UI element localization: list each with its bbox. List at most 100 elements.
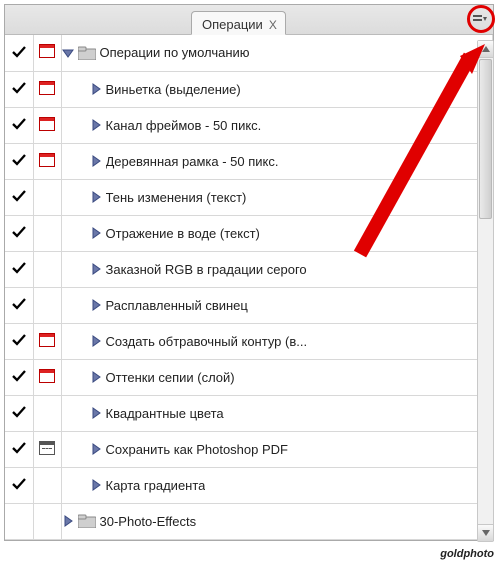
toggle-checkbox[interactable] bbox=[5, 215, 33, 251]
dialog-toggle[interactable] bbox=[33, 467, 61, 503]
scrollbar-up-button[interactable] bbox=[478, 41, 493, 58]
toggle-checkbox[interactable] bbox=[5, 179, 33, 215]
scrollbar-thumb[interactable] bbox=[479, 59, 492, 219]
action-content[interactable]: Виньетка (выделение) bbox=[61, 71, 493, 107]
action-content[interactable]: Заказной RGB в градации серого bbox=[61, 251, 493, 287]
toggle-checkbox[interactable] bbox=[5, 359, 33, 395]
checkmark-icon bbox=[10, 259, 28, 277]
checkmark-icon bbox=[10, 79, 28, 97]
expand-toggle[interactable] bbox=[90, 191, 102, 203]
action-content[interactable]: Создать обтравочный контур (в... bbox=[61, 323, 493, 359]
action-row[interactable]: Отражение в воде (текст) bbox=[5, 215, 493, 251]
checkmark-icon bbox=[10, 151, 28, 169]
action-content[interactable]: Оттенки сепии (слой) bbox=[61, 359, 493, 395]
watermark: goldphoto bbox=[440, 548, 494, 560]
expand-toggle[interactable] bbox=[90, 227, 102, 239]
action-label: Оттенки сепии (слой) bbox=[106, 370, 235, 385]
dialog-icon bbox=[39, 153, 55, 167]
panel-menu-button[interactable] bbox=[473, 15, 487, 25]
action-content[interactable]: Отражение в воде (текст) bbox=[61, 215, 493, 251]
action-row[interactable]: Виньетка (выделение) bbox=[5, 71, 493, 107]
action-row[interactable]: Тень изменения (текст) bbox=[5, 179, 493, 215]
action-label: Расплавленный свинец bbox=[106, 298, 248, 313]
action-row[interactable]: Оттенки сепии (слой) bbox=[5, 359, 493, 395]
action-row[interactable]: Квадрантные цвета bbox=[5, 395, 493, 431]
dialog-toggle[interactable] bbox=[33, 323, 61, 359]
dialog-icon bbox=[39, 441, 55, 455]
toggle-checkbox[interactable] bbox=[5, 323, 33, 359]
action-content[interactable]: Канал фреймов - 50 пикс. bbox=[61, 107, 493, 143]
checkmark-icon bbox=[10, 475, 28, 493]
action-row[interactable]: Деревянная рамка - 50 пикс. bbox=[5, 143, 493, 179]
dialog-toggle[interactable] bbox=[33, 395, 61, 431]
dialog-toggle[interactable] bbox=[33, 35, 61, 71]
toggle-checkbox[interactable] bbox=[5, 251, 33, 287]
action-row[interactable]: Сохранить как Photoshop PDF bbox=[5, 431, 493, 467]
expand-toggle[interactable] bbox=[90, 443, 102, 455]
action-content[interactable]: Расплавленный свинец bbox=[61, 287, 493, 323]
expand-toggle[interactable] bbox=[90, 335, 102, 347]
action-label: Деревянная рамка - 50 пикс. bbox=[106, 154, 279, 169]
action-row[interactable]: Канал фреймов - 50 пикс. bbox=[5, 107, 493, 143]
action-content[interactable]: Сохранить как Photoshop PDF bbox=[61, 431, 493, 467]
dialog-toggle[interactable] bbox=[33, 143, 61, 179]
action-label: Создать обтравочный контур (в... bbox=[106, 334, 308, 349]
expand-toggle[interactable] bbox=[90, 479, 102, 491]
expand-toggle[interactable] bbox=[90, 299, 102, 311]
action-row[interactable]: 30-Photo-Effects bbox=[5, 503, 493, 539]
scrollbar-down-button[interactable] bbox=[478, 524, 493, 541]
action-row[interactable]: Создать обтравочный контур (в... bbox=[5, 323, 493, 359]
expand-toggle[interactable] bbox=[90, 83, 102, 95]
dialog-toggle[interactable] bbox=[33, 287, 61, 323]
action-label: Виньетка (выделение) bbox=[106, 82, 241, 97]
expand-toggle[interactable] bbox=[90, 371, 102, 383]
dialog-icon bbox=[39, 369, 55, 383]
toggle-checkbox[interactable] bbox=[5, 431, 33, 467]
tab-label: Операции bbox=[202, 17, 263, 32]
dialog-icon bbox=[39, 81, 55, 95]
checkmark-icon bbox=[10, 403, 28, 421]
dialog-toggle[interactable] bbox=[33, 215, 61, 251]
action-content[interactable]: 30-Photo-Effects bbox=[61, 503, 493, 539]
toggle-checkbox[interactable] bbox=[5, 71, 33, 107]
toggle-checkbox[interactable] bbox=[5, 35, 33, 71]
action-row[interactable]: Расплавленный свинец bbox=[5, 287, 493, 323]
action-content[interactable]: Квадрантные цвета bbox=[61, 395, 493, 431]
close-icon[interactable]: X bbox=[269, 18, 277, 32]
action-content[interactable]: Тень изменения (текст) bbox=[61, 179, 493, 215]
action-row[interactable]: Карта градиента bbox=[5, 467, 493, 503]
toggle-checkbox[interactable] bbox=[5, 467, 33, 503]
actions-list: Операции по умолчанию Виньетка (выделение… bbox=[5, 35, 493, 540]
expand-toggle[interactable] bbox=[62, 515, 74, 527]
actions-panel: Операции X Операции по умолчанию Виньетка… bbox=[4, 4, 494, 541]
toggle-checkbox[interactable] bbox=[5, 503, 33, 539]
action-row[interactable]: Операции по умолчанию bbox=[5, 35, 493, 71]
tab-operations[interactable]: Операции X bbox=[191, 11, 286, 35]
action-content[interactable]: Операции по умолчанию bbox=[61, 35, 493, 71]
expand-toggle[interactable] bbox=[90, 155, 102, 167]
toggle-checkbox[interactable] bbox=[5, 287, 33, 323]
toggle-checkbox[interactable] bbox=[5, 107, 33, 143]
toggle-checkbox[interactable] bbox=[5, 395, 33, 431]
expand-toggle[interactable] bbox=[90, 407, 102, 419]
expand-toggle[interactable] bbox=[90, 263, 102, 275]
action-row[interactable]: Заказной RGB в градации серого bbox=[5, 251, 493, 287]
action-content[interactable]: Карта градиента bbox=[61, 467, 493, 503]
expand-toggle[interactable] bbox=[62, 47, 74, 59]
dialog-toggle[interactable] bbox=[33, 179, 61, 215]
action-label: Тень изменения (текст) bbox=[106, 190, 247, 205]
dialog-toggle[interactable] bbox=[33, 251, 61, 287]
dialog-toggle[interactable] bbox=[33, 431, 61, 467]
dialog-icon bbox=[39, 44, 55, 58]
toggle-checkbox[interactable] bbox=[5, 143, 33, 179]
action-content[interactable]: Деревянная рамка - 50 пикс. bbox=[61, 143, 493, 179]
dialog-toggle[interactable] bbox=[33, 503, 61, 539]
dialog-icon bbox=[39, 117, 55, 131]
dialog-toggle[interactable] bbox=[33, 107, 61, 143]
action-label: 30-Photo-Effects bbox=[100, 514, 197, 529]
checkmark-icon bbox=[10, 187, 28, 205]
expand-toggle[interactable] bbox=[90, 119, 102, 131]
scrollbar[interactable] bbox=[477, 40, 494, 542]
dialog-toggle[interactable] bbox=[33, 71, 61, 107]
dialog-toggle[interactable] bbox=[33, 359, 61, 395]
